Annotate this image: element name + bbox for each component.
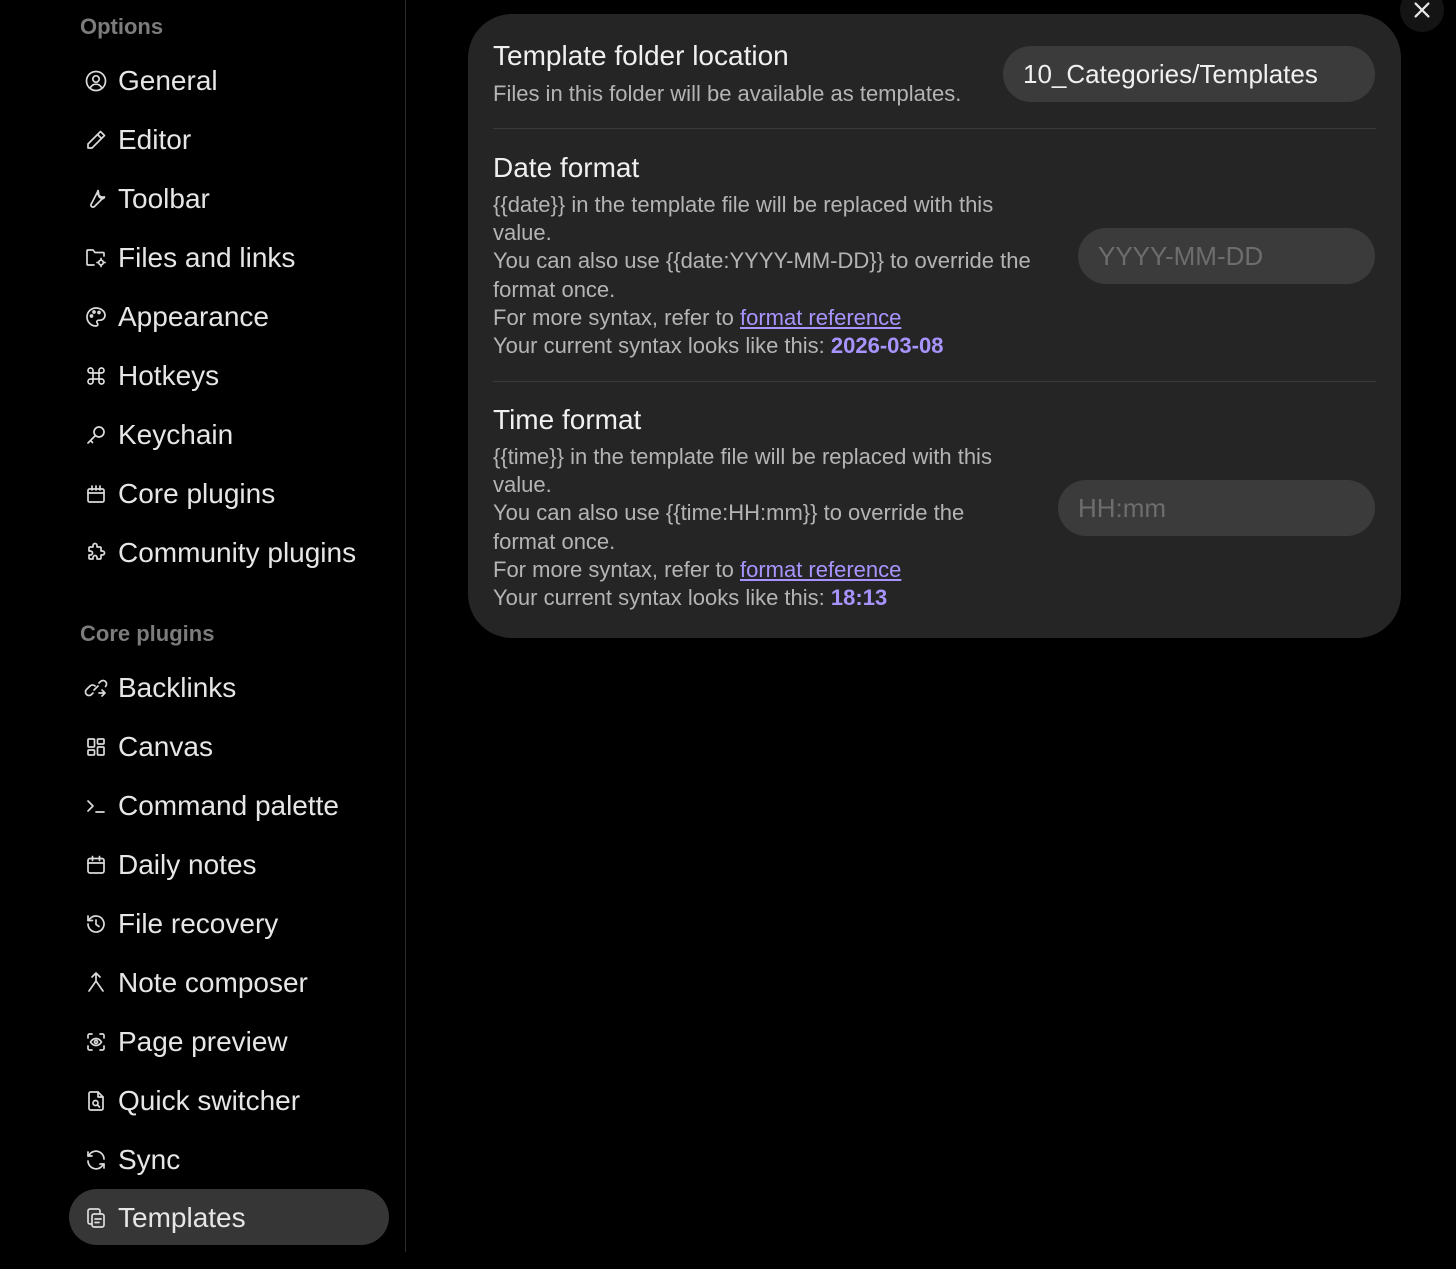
sidebar-item-keychain[interactable]: Keychain — [69, 406, 389, 462]
sidebar-item-file-recovery[interactable]: File recovery — [69, 895, 389, 951]
sidebar-item-label: Page preview — [118, 1026, 288, 1057]
sidebar-item-label: General — [118, 65, 218, 96]
date-desc-line: format once. — [493, 276, 616, 302]
history-icon — [83, 911, 109, 937]
terminal-icon — [83, 793, 109, 819]
date-format-reference-link[interactable]: format reference — [740, 305, 901, 330]
close-button[interactable] — [1400, 0, 1444, 32]
palette-icon — [83, 304, 109, 330]
reference-prefix: For more syntax, refer to — [493, 556, 740, 582]
sidebar-item-sync[interactable]: Sync — [69, 1131, 389, 1187]
time-desc-line: format once. — [493, 528, 616, 554]
merge-icon — [83, 970, 109, 996]
sidebar-item-note-composer[interactable]: Note composer — [69, 954, 389, 1010]
close-icon — [1414, 2, 1430, 18]
sidebar-item-toolbar[interactable]: Toolbar — [69, 170, 389, 226]
link-arrow-icon — [83, 675, 109, 701]
sidebar-item-page-preview[interactable]: Page preview — [69, 1013, 389, 1069]
folder-setting-description: Files in this folder will be available a… — [493, 81, 962, 106]
sidebar-item-label: Keychain — [118, 419, 234, 450]
sidebar-item-backlinks[interactable]: Backlinks — [69, 659, 389, 715]
sidebar-item-appearance[interactable]: Appearance — [69, 288, 389, 344]
time-setting-name: Time format — [493, 404, 642, 435]
layout-dashboard-icon — [83, 734, 109, 760]
sidebar-item-templates[interactable]: Templates — [69, 1189, 389, 1245]
sidebar-item-label: Backlinks — [118, 672, 237, 703]
current-prefix: Your current syntax looks like this: — [493, 585, 831, 611]
time-desc-line: value. — [493, 472, 552, 498]
puzzle-icon — [83, 540, 109, 566]
folder-setting-name: Template folder location — [493, 40, 789, 71]
sidebar-item-label: Templates — [118, 1202, 246, 1233]
copy-icon — [83, 1205, 109, 1231]
date-reference-line: For more syntax, refer to format referen… — [493, 304, 1031, 332]
date-setting-description: {{date}} in the template file will be re… — [493, 191, 1031, 360]
sidebar-item-community-plugins[interactable]: Community plugins — [69, 524, 389, 580]
sidebar-item-general[interactable]: General — [69, 52, 389, 108]
time-current-value: 18:13 — [830, 585, 888, 611]
date-current-line: Your current syntax looks like this: 202… — [493, 332, 1031, 360]
sidebar-item-label: Editor — [118, 124, 192, 155]
time-format-reference-link[interactable]: format reference — [740, 557, 901, 582]
sidebar-item-label: Note composer — [118, 967, 308, 998]
date-format-input[interactable] — [1078, 228, 1375, 284]
sidebar-item-label: Community plugins — [118, 537, 357, 568]
sidebar-item-label: Toolbar — [118, 183, 210, 214]
sidebar-item-command-palette[interactable]: Command palette — [69, 777, 389, 833]
wrench-icon — [83, 186, 109, 212]
date-setting-name: Date format — [493, 152, 640, 183]
sidebar-item-daily-notes[interactable]: Daily notes — [69, 836, 389, 892]
sidebar-item-label: Daily notes — [118, 849, 257, 880]
calendar-icon — [83, 852, 109, 878]
sidebar-item-label: Core plugins — [118, 478, 276, 509]
sidebar-item-label: Canvas — [118, 731, 213, 762]
sidebar-item-label: Hotkeys — [118, 360, 220, 391]
current-prefix: Your current syntax looks like this: — [493, 333, 831, 359]
time-current-line: Your current syntax looks like this: 18:… — [493, 584, 992, 612]
options-section-title: Options — [80, 14, 164, 39]
date-desc-line: {{date}} in the template file will be re… — [493, 192, 994, 217]
sidebar-item-label: File recovery — [118, 908, 279, 939]
sidebar-item-files-and-links[interactable]: Files and links — [69, 229, 389, 285]
divider — [493, 381, 1376, 382]
templates-settings-panel: Template folder location Files in this f… — [468, 14, 1401, 638]
time-format-input[interactable] — [1058, 480, 1375, 536]
date-current-value: 2026-03-08 — [830, 333, 944, 359]
sidebar-item-quick-switcher[interactable]: Quick switcher — [69, 1072, 389, 1128]
sidebar-item-editor[interactable]: Editor — [69, 111, 389, 167]
folder-cog-icon — [83, 245, 109, 271]
sidebar-item-label: Appearance — [118, 301, 270, 332]
scan-eye-icon — [83, 1029, 109, 1055]
core-plugins-section-title: Core plugins — [80, 621, 215, 646]
calendar-box-icon — [83, 481, 109, 507]
divider — [493, 128, 1376, 129]
time-setting-description: {{time}} in the template file will be re… — [493, 443, 992, 612]
file-search-icon — [83, 1088, 109, 1114]
sidebar-item-label: Quick switcher — [118, 1085, 301, 1116]
sidebar-item-canvas[interactable]: Canvas — [69, 718, 389, 774]
user-circle-icon — [83, 68, 109, 94]
date-desc-line: You can also use {{date:YYYY-MM-DD}} to … — [493, 248, 1031, 274]
time-desc-line: You can also use {{time:HH:mm}} to overr… — [493, 500, 965, 526]
sidebar-item-label: Files and links — [118, 242, 296, 273]
date-desc-line: value. — [493, 220, 552, 246]
time-reference-line: For more syntax, refer to format referen… — [493, 556, 992, 584]
refresh-icon — [83, 1147, 109, 1173]
time-desc-line: {{time}} in the template file will be re… — [493, 444, 992, 469]
reference-prefix: For more syntax, refer to — [493, 304, 740, 330]
command-icon — [83, 363, 109, 389]
sidebar-item-hotkeys[interactable]: Hotkeys — [69, 347, 389, 403]
sidebar-item-label: Sync — [118, 1144, 181, 1175]
settings-sidebar: Options General Editor Toolbar Files and… — [0, 0, 406, 1252]
sidebar-item-core-plugins[interactable]: Core plugins — [69, 465, 389, 521]
key-icon — [83, 422, 109, 448]
sidebar-item-label: Command palette — [118, 790, 340, 821]
template-folder-input[interactable] — [1003, 46, 1375, 102]
pencil-icon — [83, 127, 109, 153]
